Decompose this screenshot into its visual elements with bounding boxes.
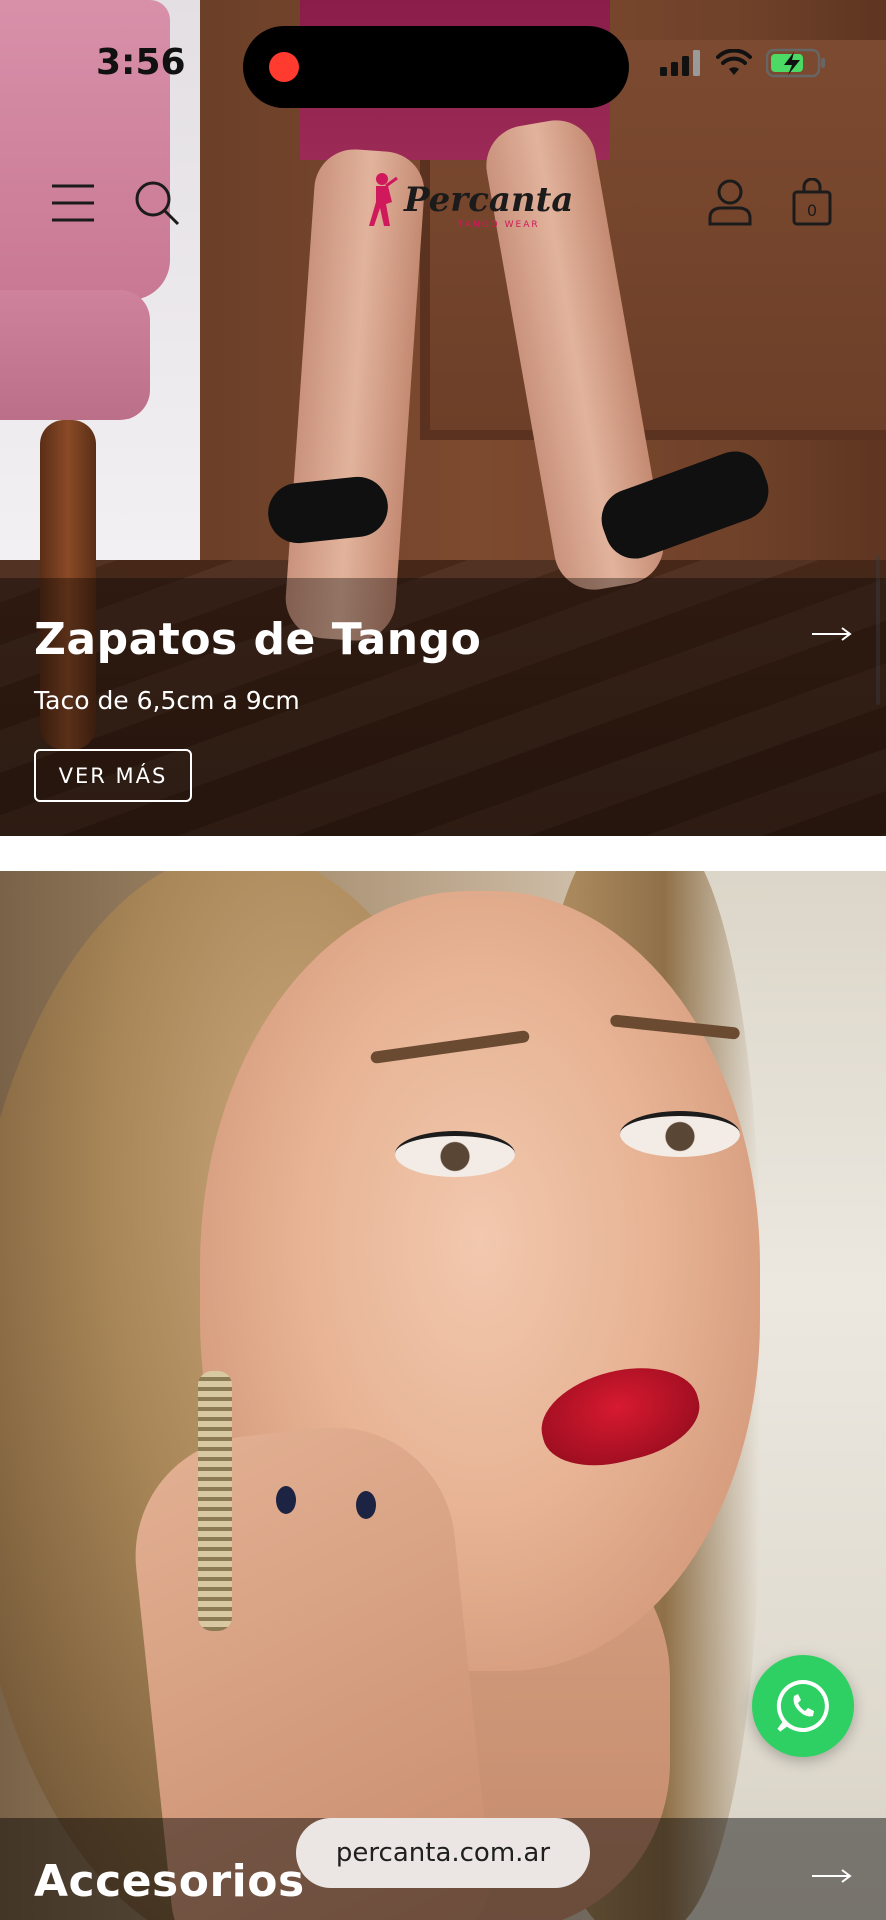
status-time: 3:56 <box>96 42 186 83</box>
earring <box>198 1371 232 1631</box>
recording-indicator-icon <box>269 52 299 82</box>
hero-title: Zapatos de Tango <box>34 614 482 665</box>
user-icon[interactable] <box>708 178 752 226</box>
hero-tango-shoes[interactable]: Zapatos de Tango Taco de 6,5cm a 9cm VER… <box>0 0 886 836</box>
fingernail <box>276 1486 296 1514</box>
cellular-signal-icon <box>660 50 700 76</box>
svg-text:0: 0 <box>807 201 817 220</box>
wifi-icon <box>716 49 752 75</box>
browser-url-bar[interactable]: percanta.com.ar <box>296 1818 590 1888</box>
dancer-logo-icon <box>369 173 398 226</box>
search-icon[interactable] <box>134 180 180 226</box>
battery-charging-icon <box>766 48 825 78</box>
eye-right <box>620 1111 740 1157</box>
ver-mas-button[interactable]: VER MÁS <box>34 749 192 802</box>
menu-icon[interactable] <box>52 184 94 222</box>
pink-chair-seat <box>0 290 150 420</box>
arrow-right-icon[interactable] <box>812 624 852 644</box>
scroll-indicator[interactable] <box>876 555 880 705</box>
logo-subtext: TANGO WEAR <box>458 220 540 230</box>
fingernail <box>356 1491 376 1519</box>
whatsapp-icon <box>776 1679 829 1732</box>
dynamic-island <box>243 26 629 108</box>
whatsapp-button[interactable] <box>752 1655 854 1757</box>
status-icons <box>660 48 826 78</box>
arrow-right-icon[interactable] <box>812 1866 852 1886</box>
eye-left <box>395 1131 515 1177</box>
brand-logo[interactable]: Percanta TANGO WEAR <box>368 172 574 230</box>
hero-accessories[interactable] <box>0 871 886 1920</box>
hero-subtitle: Taco de 6,5cm a 9cm <box>34 686 300 715</box>
bag-icon[interactable]: 0 <box>792 178 832 226</box>
hero-accessories-title: Accesorios <box>34 1856 305 1907</box>
logo-text: Percanta <box>404 180 574 220</box>
